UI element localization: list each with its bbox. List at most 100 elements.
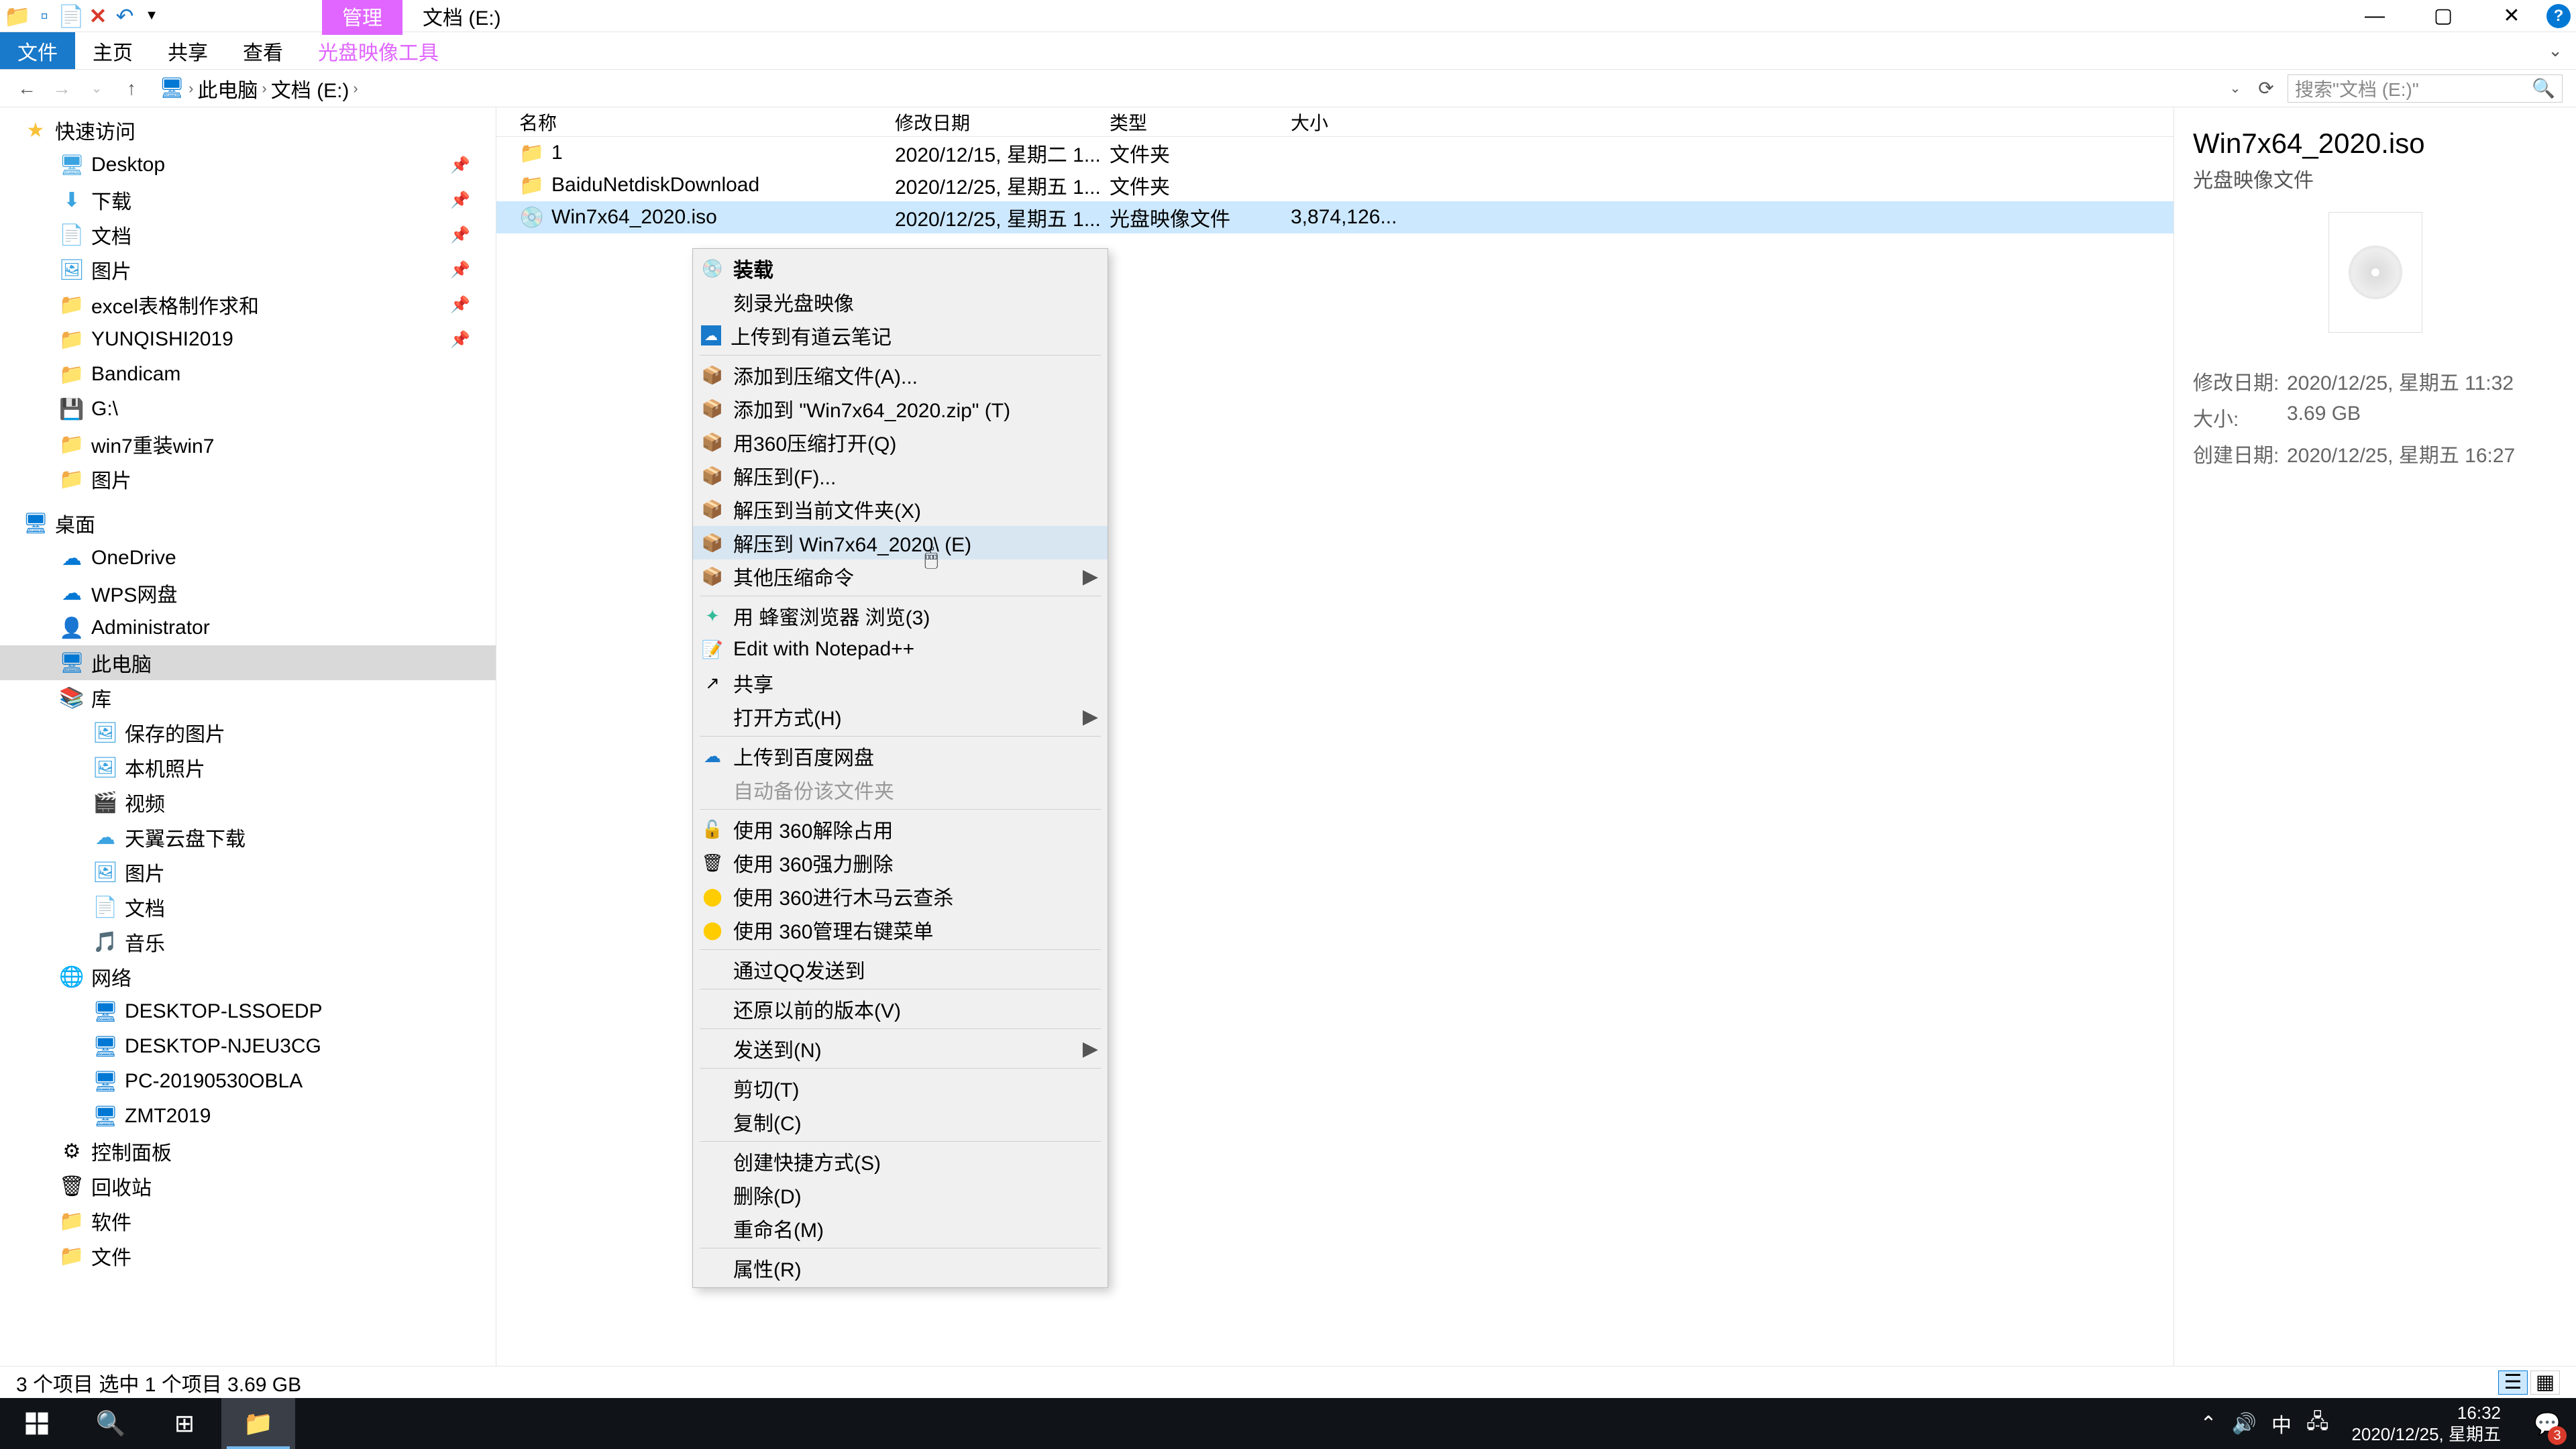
minimize-button[interactable]: — bbox=[2341, 3, 2408, 30]
search-button[interactable]: 🔍 bbox=[74, 1398, 148, 1449]
notifications-button[interactable]: 💬3 bbox=[2524, 1398, 2571, 1449]
ctx-open-with[interactable]: 打开方式(H)▶ bbox=[693, 700, 1108, 733]
ctx-open-360[interactable]: 📦用360压缩打开(Q) bbox=[693, 425, 1108, 459]
col-date[interactable]: 修改日期 bbox=[895, 109, 1110, 136]
ctx-extract-to[interactable]: 📦解压到(F)... bbox=[693, 459, 1108, 492]
ctx-mount[interactable]: 💿装载 bbox=[693, 252, 1108, 285]
tree-recycle[interactable]: 🗑回收站 bbox=[0, 1169, 496, 1203]
ctx-youdao[interactable]: ☁上传到有道云笔记 bbox=[693, 319, 1108, 352]
tree-folder[interactable]: 📁YUNQISHI2019📌 bbox=[0, 322, 496, 357]
refresh-icon[interactable]: ⟳ bbox=[2253, 75, 2279, 102]
col-size[interactable]: 大小 bbox=[1291, 109, 1425, 136]
tab-share[interactable]: 共享 bbox=[150, 32, 225, 69]
ctx-other-compress[interactable]: 📦其他压缩命令▶ bbox=[693, 559, 1108, 593]
tree-folder[interactable]: 📁Bandicam bbox=[0, 357, 496, 392]
chevron-right-icon[interactable]: › bbox=[353, 80, 358, 97]
properties-icon[interactable]: ▫ bbox=[34, 5, 55, 27]
tree-folder[interactable]: 📁excel表格制作求和📌 bbox=[0, 287, 496, 322]
ribbon-expand-icon[interactable]: ⌄ bbox=[2548, 40, 2563, 61]
tree-net-pc[interactable]: 🖥DESKTOP-NJEU3CG bbox=[0, 1029, 496, 1064]
ctx-qq-send[interactable]: 通过QQ发送到 bbox=[693, 953, 1108, 986]
tree-pictures[interactable]: 🖼图片📌 bbox=[0, 252, 496, 287]
tree-user[interactable]: 👤Administrator bbox=[0, 610, 496, 645]
tree-folder[interactable]: 📁win7重装win7 bbox=[0, 427, 496, 462]
up-button[interactable]: ↑ bbox=[118, 75, 145, 102]
delete-icon[interactable]: ✕ bbox=[87, 5, 109, 27]
ctx-360-unlock[interactable]: 🔓使用 360解除占用 bbox=[693, 812, 1108, 846]
ctx-extract-here[interactable]: 📦解压到当前文件夹(X) bbox=[693, 492, 1108, 526]
new-folder-icon[interactable]: 📄 bbox=[60, 5, 82, 27]
ctx-edit-npp[interactable]: 📝Edit with Notepad++ bbox=[693, 633, 1108, 666]
tab-disc-tools[interactable]: 光盘映像工具 bbox=[301, 32, 456, 69]
ctx-honey-browser[interactable]: ✦用 蜂蜜浏览器 浏览(3) bbox=[693, 599, 1108, 633]
chevron-right-icon[interactable]: › bbox=[189, 80, 193, 97]
tree-downloads[interactable]: ⬇下载📌 bbox=[0, 182, 496, 217]
ctx-shortcut[interactable]: 创建快捷方式(S) bbox=[693, 1144, 1108, 1178]
file-row[interactable]: 📁 BaiduNetdiskDownload 2020/12/25, 星期五 1… bbox=[496, 169, 2174, 201]
clock[interactable]: 16:32 2020/12/25, 星期五 bbox=[2343, 1402, 2509, 1445]
tree-folder[interactable]: 📁软件 bbox=[0, 1203, 496, 1238]
tree-lib-item[interactable]: 🖼图片 bbox=[0, 855, 496, 890]
history-dropdown[interactable]: ⌄ bbox=[83, 75, 110, 102]
tree-control-panel[interactable]: ⚙控制面板 bbox=[0, 1134, 496, 1169]
maximize-button[interactable]: ▢ bbox=[2410, 3, 2477, 30]
back-button[interactable]: ← bbox=[13, 75, 40, 102]
tree-folder[interactable]: 📁文件 bbox=[0, 1238, 496, 1273]
ctx-properties[interactable]: 属性(R) bbox=[693, 1251, 1108, 1285]
tree-quick-access[interactable]: ★快速访问 bbox=[0, 113, 496, 148]
tree-onedrive[interactable]: ☁OneDrive bbox=[0, 541, 496, 576]
tab-file[interactable]: 文件 bbox=[0, 32, 75, 69]
tree-lib-item[interactable]: ☁天翼云盘下载 bbox=[0, 820, 496, 855]
tree-this-pc[interactable]: 🖥此电脑 bbox=[0, 645, 496, 680]
ctx-restore-prev[interactable]: 还原以前的版本(V) bbox=[693, 992, 1108, 1026]
view-details-button[interactable]: ☰ bbox=[2498, 1371, 2528, 1395]
tab-view[interactable]: 查看 bbox=[225, 32, 301, 69]
breadcrumb-drive[interactable]: 文档 (E:) bbox=[271, 74, 350, 103]
ime-icon[interactable]: 中 bbox=[2271, 1409, 2292, 1438]
qat-dropdown-icon[interactable]: ▼ bbox=[141, 5, 162, 27]
navigation-tree[interactable]: ★快速访问 🖥Desktop📌 ⬇下载📌 📄文档📌 🖼图片📌 📁excel表格制… bbox=[0, 107, 496, 1366]
tree-network[interactable]: 🌐网络 bbox=[0, 959, 496, 994]
ctx-360-ctx[interactable]: ⬤使用 360管理右键菜单 bbox=[693, 913, 1108, 947]
file-row[interactable]: 📁 1 2020/12/15, 星期二 1... 文件夹 bbox=[496, 137, 2174, 169]
taskbar[interactable]: 🔍 ⊞ 📁 ⌃ 🔊 中 🖧 16:32 2020/12/25, 星期五 💬3 bbox=[0, 1398, 2576, 1449]
tab-home[interactable]: 主页 bbox=[75, 32, 150, 69]
help-icon[interactable]: ? bbox=[2546, 4, 2571, 28]
tree-drive[interactable]: 💾G:\ bbox=[0, 392, 496, 427]
search-input[interactable]: 搜索"文档 (E:)" 🔍 bbox=[2288, 74, 2563, 103]
ctx-delete[interactable]: 删除(D) bbox=[693, 1178, 1108, 1212]
tree-desktop[interactable]: 🖥Desktop📌 bbox=[0, 148, 496, 182]
close-button[interactable]: ✕ bbox=[2478, 3, 2545, 30]
manage-tab[interactable]: 管理 bbox=[322, 0, 402, 35]
ctx-share[interactable]: ↗共享 bbox=[693, 666, 1108, 700]
ctx-360-force-del[interactable]: 🗑使用 360强力删除 bbox=[693, 846, 1108, 879]
breadcrumb[interactable]: 🖥 › 此电脑 › 文档 (E:) › bbox=[153, 73, 2214, 104]
ctx-send-to[interactable]: 发送到(N)▶ bbox=[693, 1032, 1108, 1065]
col-type[interactable]: 类型 bbox=[1110, 109, 1291, 136]
ctx-baidu[interactable]: ☁上传到百度网盘 bbox=[693, 739, 1108, 773]
ctx-extract-named[interactable]: 📦解压到 Win7x64_2020\ (E) bbox=[693, 526, 1108, 559]
tree-libraries[interactable]: 📚库 bbox=[0, 680, 496, 715]
breadcrumb-pc[interactable]: 此电脑 bbox=[197, 74, 258, 103]
address-dropdown-icon[interactable]: ⌄ bbox=[2222, 75, 2249, 102]
view-icons-button[interactable]: ▦ bbox=[2530, 1371, 2560, 1395]
tree-lib-item[interactable]: 🎵音乐 bbox=[0, 924, 496, 959]
chevron-right-icon[interactable]: › bbox=[262, 80, 266, 97]
volume-icon[interactable]: 🔊 bbox=[2232, 1412, 2257, 1436]
forward-button[interactable]: → bbox=[48, 75, 75, 102]
tree-wps[interactable]: ☁WPS网盘 bbox=[0, 576, 496, 610]
ctx-cut[interactable]: 剪切(T) bbox=[693, 1071, 1108, 1105]
tree-net-pc[interactable]: 🖥ZMT2019 bbox=[0, 1099, 496, 1134]
col-name[interactable]: 名称 bbox=[519, 109, 895, 136]
start-button[interactable] bbox=[0, 1398, 74, 1449]
task-view-button[interactable]: ⊞ bbox=[148, 1398, 221, 1449]
ctx-copy[interactable]: 复制(C) bbox=[693, 1105, 1108, 1138]
tree-lib-item[interactable]: 🖼保存的图片 bbox=[0, 715, 496, 750]
tree-lib-item[interactable]: 🖼本机照片 bbox=[0, 750, 496, 785]
ctx-add-zip[interactable]: 📦添加到 "Win7x64_2020.zip" (T) bbox=[693, 392, 1108, 425]
tree-desktop-root[interactable]: 🖥桌面 bbox=[0, 506, 496, 541]
tree-documents[interactable]: 📄文档📌 bbox=[0, 217, 496, 252]
undo-icon[interactable]: ↶ bbox=[114, 5, 136, 27]
file-row-selected[interactable]: 💿 Win7x64_2020.iso 2020/12/25, 星期五 1... … bbox=[496, 201, 2174, 233]
ctx-add-archive[interactable]: 📦添加到压缩文件(A)... bbox=[693, 358, 1108, 392]
